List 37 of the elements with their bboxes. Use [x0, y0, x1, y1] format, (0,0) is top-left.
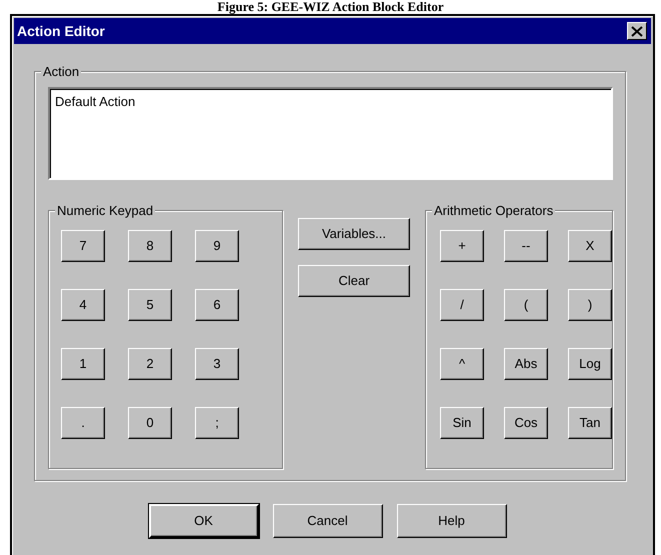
close-button[interactable] [627, 22, 647, 40]
keypad-key[interactable]: 7 [61, 230, 105, 262]
dialog-button[interactable]: Variables... [298, 218, 410, 250]
operator-key[interactable]: + [440, 230, 484, 262]
operator-key[interactable]: Log [568, 348, 612, 380]
operator-key[interactable]: ) [568, 288, 612, 320]
figure-caption: Figure 5: GEE-WIZ Action Block Editor [216, 0, 445, 13]
operator-key[interactable]: / [440, 288, 484, 320]
keypad-key[interactable]: 2 [128, 348, 172, 380]
keypad-key[interactable]: 9 [195, 230, 239, 262]
operator-key[interactable]: -- [504, 230, 548, 262]
dialog-button[interactable]: Cancel [272, 504, 382, 538]
operator-key[interactable]: Tan [568, 406, 612, 438]
operator-key[interactable]: ^ [440, 348, 484, 380]
keypad-key[interactable]: 6 [195, 288, 239, 320]
operator-key[interactable]: Abs [504, 348, 548, 380]
group-label: Numeric Keypad [55, 202, 156, 218]
keypad-key[interactable]: 4 [61, 288, 105, 320]
operator-key[interactable]: Cos [504, 406, 548, 438]
keypad-key[interactable]: 8 [128, 230, 172, 262]
operator-key[interactable]: Sin [440, 406, 484, 438]
dialog-button[interactable]: OK [148, 504, 258, 538]
keypad-key[interactable]: ; [195, 406, 239, 438]
group-label: Action [41, 64, 82, 79]
dialog-button[interactable]: Help [396, 504, 506, 538]
close-icon [631, 26, 643, 36]
keypad-key[interactable]: 0 [128, 406, 172, 438]
dialog-button[interactable]: Clear [298, 264, 410, 296]
action-field[interactable]: Default Action [48, 87, 613, 180]
keypad-key[interactable]: 3 [195, 348, 239, 380]
keypad-key[interactable]: 5 [128, 288, 172, 320]
operator-key[interactable]: ( [504, 288, 548, 320]
window-title: Action Editor [17, 22, 105, 40]
operator-key[interactable]: X [568, 230, 612, 262]
keypad-key[interactable]: . [61, 406, 105, 438]
keypad-key[interactable]: 1 [61, 348, 105, 380]
group-label: Arithmetic Operators [432, 202, 556, 218]
